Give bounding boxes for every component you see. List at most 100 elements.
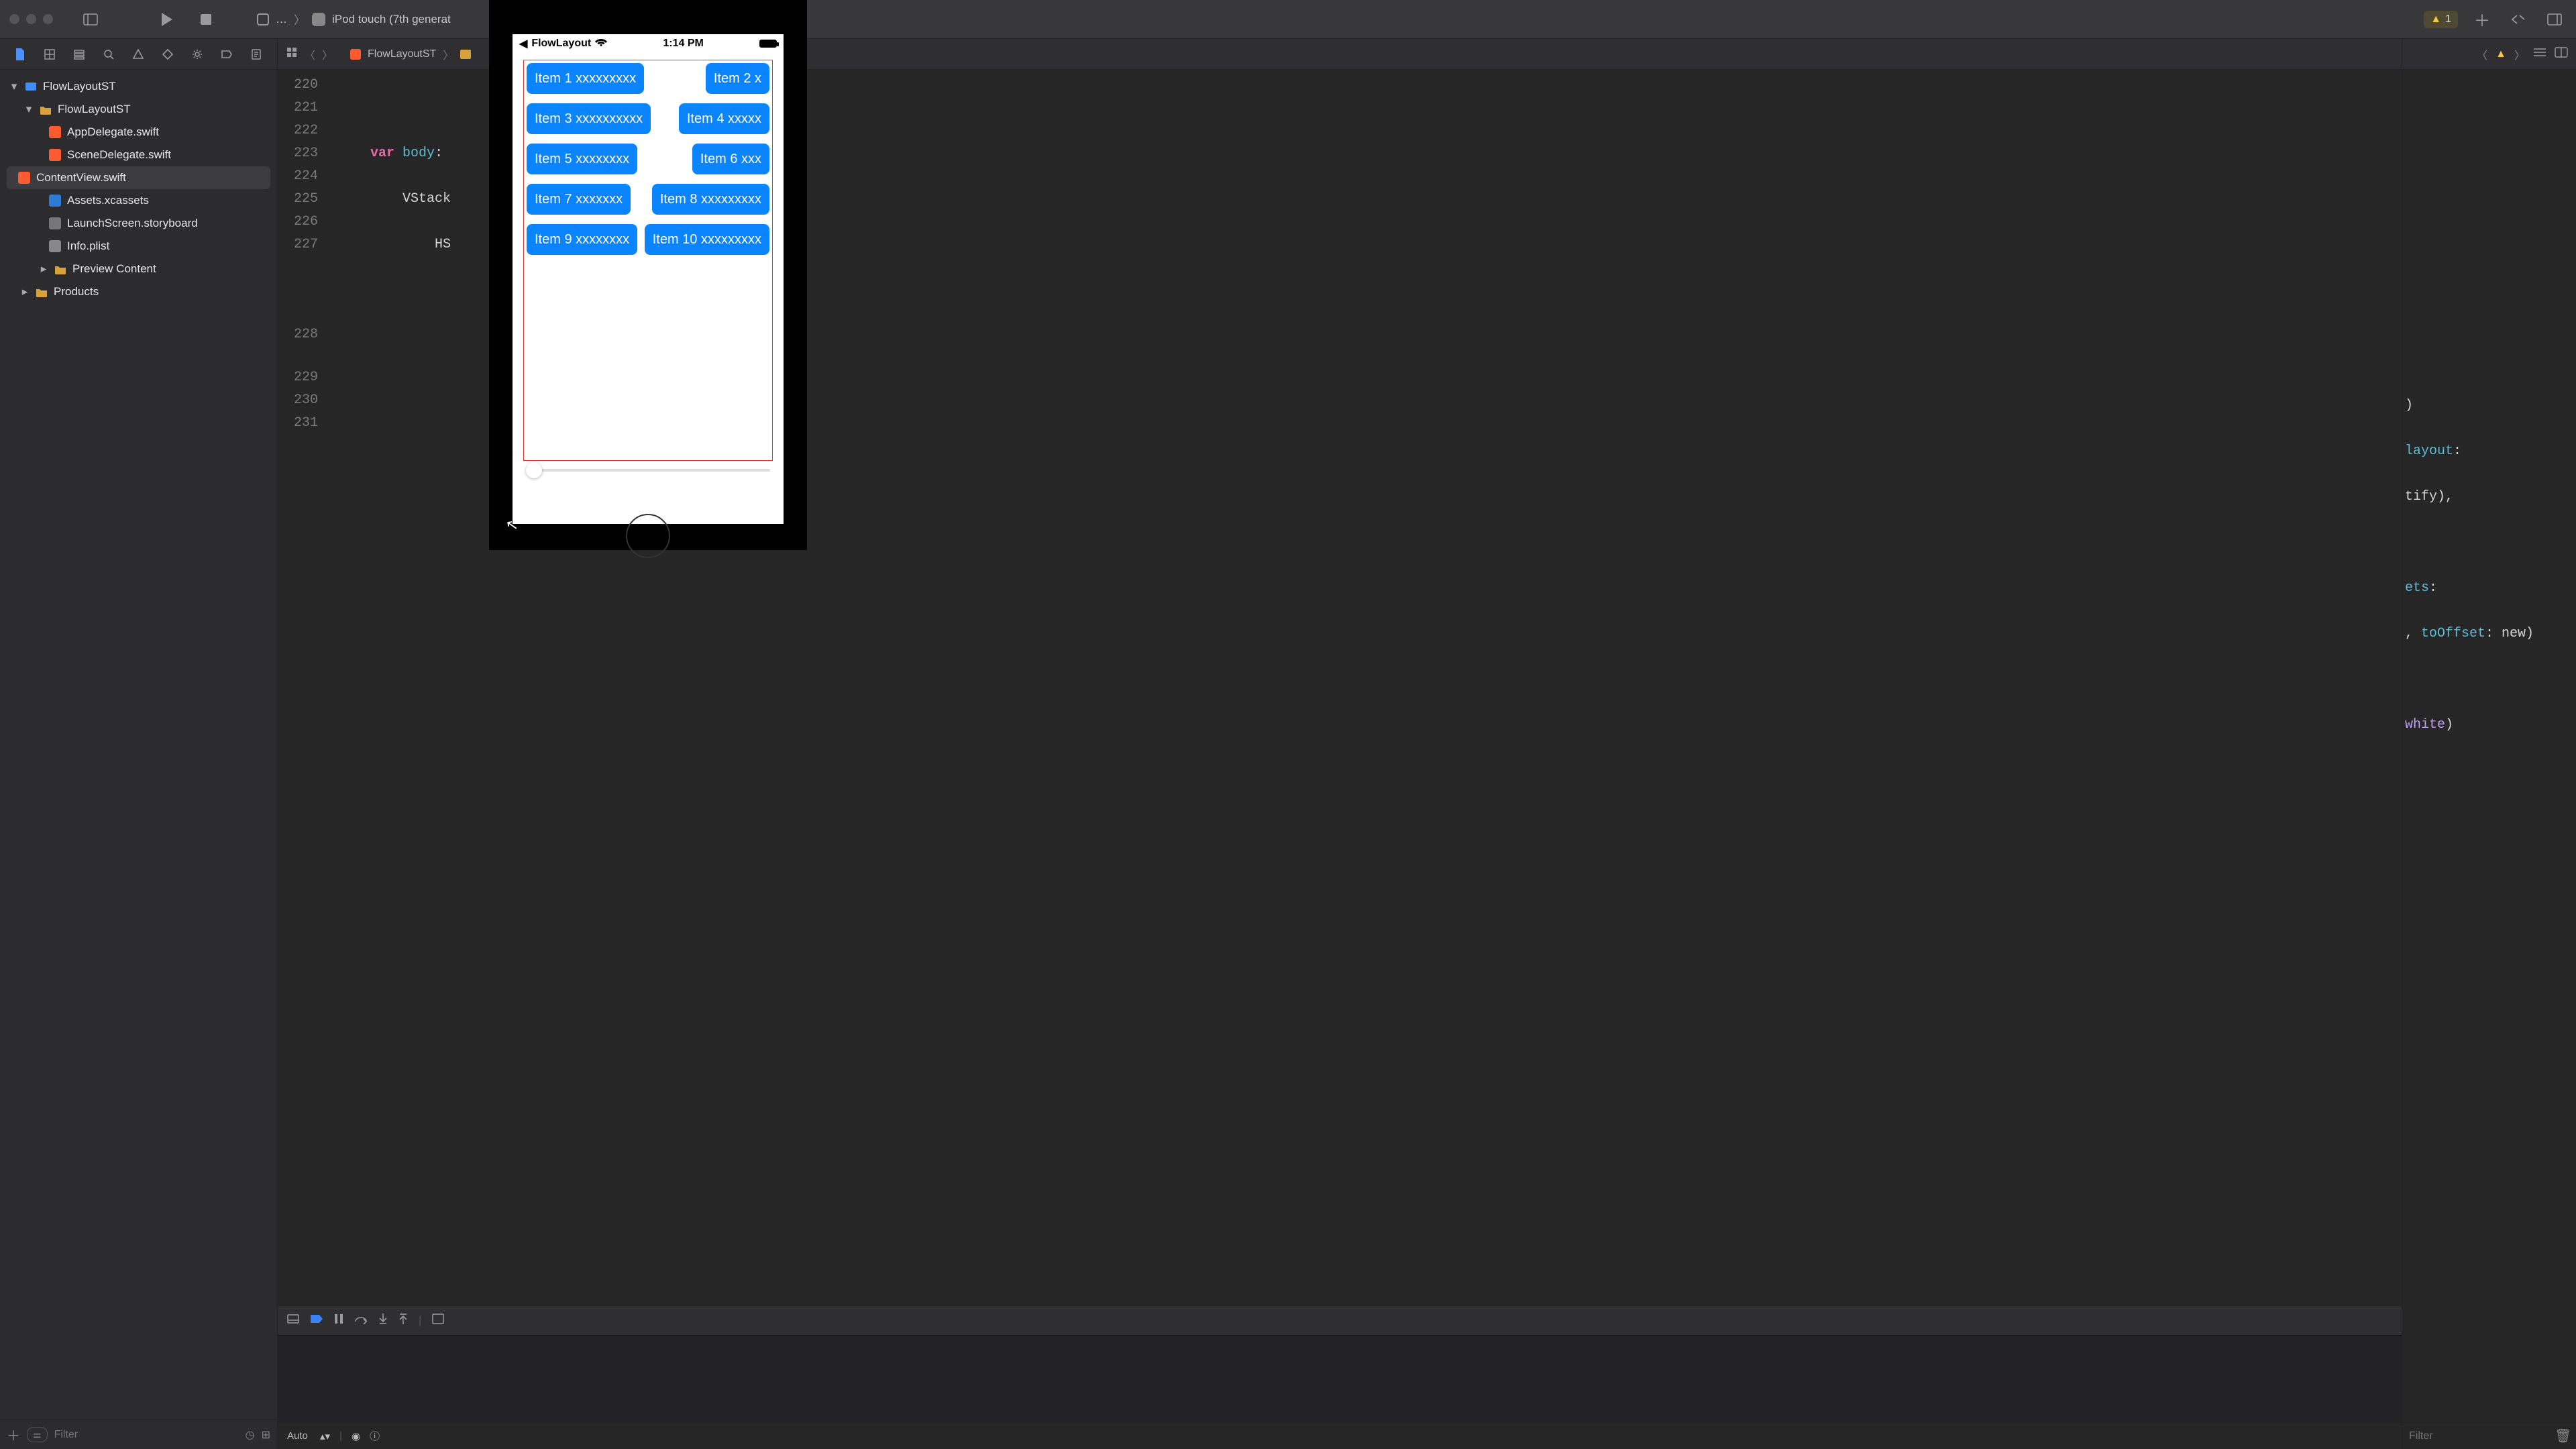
breakpoint-navigator-icon[interactable] [216,44,237,65]
source-control-navigator-icon[interactable] [39,44,60,65]
debug-navigator-icon[interactable] [186,44,208,65]
adjust-editor-icon[interactable] [2555,47,2568,61]
warning-triangle-icon: ▲ [2430,13,2441,25]
chip-label: Item 6 xxx [700,152,761,166]
back-app-label[interactable]: FlowLayout [531,38,591,50]
scheme-selector[interactable]: … 〉 iPod touch (7th generat [257,11,451,28]
nav-back-icon[interactable]: 〈 [305,46,315,62]
symbol-navigator-icon[interactable] [68,44,90,65]
line-number: 228 [278,323,318,346]
disclosure-triangle-icon[interactable]: ▸ [39,262,48,276]
tok: tify), [2405,489,2453,504]
simulator-content[interactable]: Item 1 xxxxxxxxx Item 2 x Item 3 xxxxxxx… [513,53,784,524]
tree-item-scenedelegate[interactable]: SceneDelegate.swift [0,144,277,166]
device-app-icon [312,13,325,26]
stepper-icon[interactable]: ▴▾ [317,1430,330,1442]
step-in-icon[interactable] [378,1313,388,1328]
tree-item-preview[interactable]: ▸ Preview Content [0,258,277,280]
assistant-code[interactable]: ) layout: tify), ets: , toOffset: new) w… [2402,70,2576,1422]
flow-chip[interactable]: Item 8 xxxxxxxxx [652,184,769,215]
auto-label[interactable]: Auto [287,1430,308,1442]
step-over-icon[interactable] [354,1313,368,1328]
slider[interactable] [523,461,773,481]
nav-forward-icon[interactable]: 〉 [322,46,333,62]
flow-chip[interactable]: Item 3 xxxxxxxxxx [527,103,651,134]
minimize-window-button[interactable] [26,14,36,24]
zoom-window-button[interactable] [43,14,53,24]
issue-nav-prev-icon[interactable]: 〈 [2477,46,2487,62]
chip-label: Item 10 xxxxxxxxx [653,232,761,247]
tree-item-infoplist[interactable]: Info.plist [0,235,277,258]
code-review-icon[interactable] [2506,7,2530,32]
scm-filter-icon[interactable]: ⊞ [262,1428,270,1442]
flow-chip[interactable]: Item 1 xxxxxxxxx [527,63,644,94]
add-file-icon[interactable]: ＋ [7,1425,20,1444]
file-label: LaunchScreen.storyboard [67,217,198,230]
file-tree[interactable]: ▾ FlowLayoutST ▾ FlowLayoutST AppDelegat… [0,70,277,1419]
flow-chip[interactable]: Item 6 xxx [692,144,769,174]
step-out-icon[interactable] [398,1313,408,1328]
back-caret-icon[interactable]: ◀ [519,37,527,50]
folder-icon [54,262,67,276]
tree-item-launchscreen[interactable]: LaunchScreen.storyboard [0,212,277,235]
file-label: Info.plist [67,239,109,253]
tree-item-products[interactable]: ▸ Products [0,280,277,303]
hide-debug-icon[interactable] [287,1314,299,1327]
tree-root[interactable]: ▾ FlowLayoutST [0,75,277,98]
navigator-filter-input[interactable] [54,1429,239,1441]
home-button[interactable] [626,514,670,558]
flow-chip[interactable]: Item 4 xxxxx [679,103,769,134]
library-toggle-icon[interactable] [2542,7,2567,32]
debug-view-icon[interactable] [432,1313,444,1328]
project-navigator-icon[interactable] [9,44,31,65]
sidebar-toggle-icon[interactable] [78,7,103,32]
assistant-filter-input[interactable] [2409,1430,2548,1442]
flow-chip[interactable]: Item 10 xxxxxxxxx [645,224,769,255]
tree-item-assets[interactable]: Assets.xcassets [0,189,277,212]
report-navigator-icon[interactable] [246,44,267,65]
warning-triangle-icon: ▲ [2496,48,2506,60]
trash-icon[interactable]: 🗑 [2555,1428,2571,1445]
ios-simulator-window[interactable]: ◀ FlowLayout 1:14 PM Item 1 xxxxxxxxx It… [489,0,807,550]
line-number: 224 [278,165,318,188]
flow-chip[interactable]: Item 9 xxxxxxxx [527,224,637,255]
slider-track [526,469,770,472]
pause-icon[interactable] [334,1313,343,1328]
find-navigator-icon[interactable] [98,44,119,65]
window-controls [9,14,53,24]
tree-group[interactable]: ▾ FlowLayoutST [0,98,277,121]
flow-chip[interactable]: Item 2 x [706,63,769,94]
warning-count: 1 [2445,13,2451,25]
flow-chip[interactable]: Item 7 xxxxxxx [527,184,631,215]
status-bar: ◀ FlowLayout 1:14 PM [513,34,784,53]
editor-layout-icon[interactable] [2533,48,2546,60]
close-window-button[interactable] [9,14,19,24]
disclosure-triangle-icon[interactable]: ▾ [9,80,19,93]
info-icon[interactable]: ⓘ [370,1429,380,1443]
issue-navigator-icon[interactable] [127,44,149,65]
issue-nav-next-icon[interactable]: 〉 [2514,46,2525,62]
test-navigator-icon[interactable] [157,44,178,65]
recent-filter-icon[interactable]: ◷ [246,1428,255,1442]
chevron-right-icon: 〉 [294,11,305,28]
tree-item-contentview[interactable]: ContentView.swift [7,166,270,189]
tok: ets [2405,580,2429,596]
quicklook-icon[interactable]: ◉ [352,1430,360,1442]
breakpoints-toggle-icon[interactable] [310,1314,323,1327]
assistant-editor: ) layout: tify), ets: , toOffset: new) w… [2402,70,2576,1449]
flow-chip[interactable]: Item 5 xxxxxxxx [527,144,637,174]
run-button[interactable] [154,7,180,32]
slider-knob[interactable] [526,462,542,478]
stop-button[interactable] [193,7,219,32]
warnings-indicator[interactable]: ▲ 1 [2424,11,2458,28]
add-button[interactable]: ＋ [2470,7,2494,32]
tree-item-appdelegate[interactable]: AppDelegate.swift [0,121,277,144]
plist-icon [49,240,61,252]
related-items-icon[interactable] [286,46,298,62]
disclosure-triangle-icon[interactable]: ▸ [20,285,30,299]
debug-console[interactable] [278,1335,2402,1422]
tok: ) [2445,717,2453,733]
battery-icon [759,40,777,48]
disclosure-triangle-icon[interactable]: ▾ [24,103,34,116]
filter-scope-icon[interactable]: ⚌ [27,1427,48,1442]
